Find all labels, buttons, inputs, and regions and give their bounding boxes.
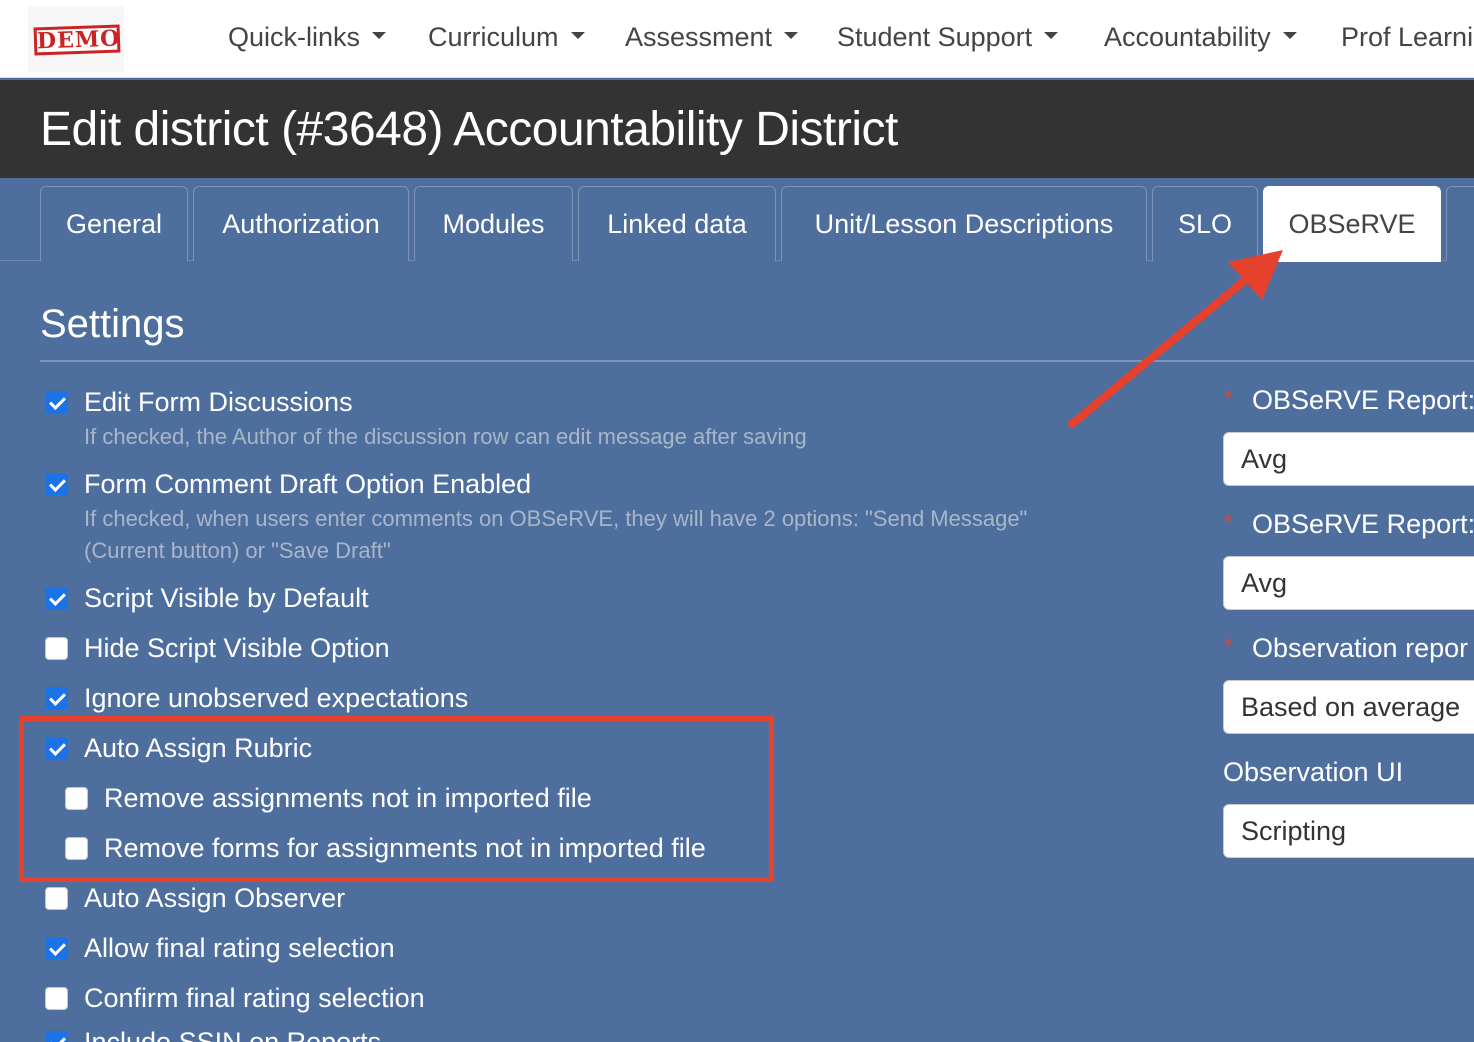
arrow-annotation xyxy=(1068,250,1283,428)
arrow-shaft xyxy=(1068,272,1254,428)
